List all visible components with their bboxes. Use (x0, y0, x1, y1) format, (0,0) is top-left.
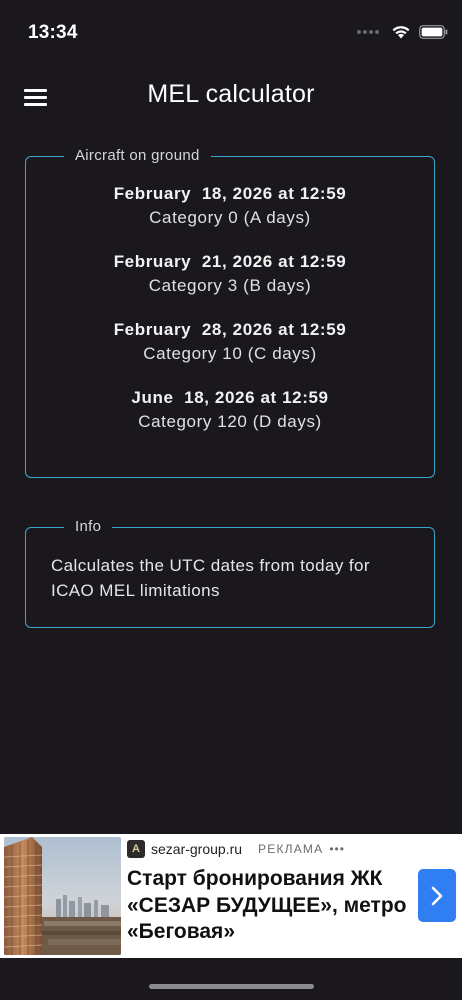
ad-image[interactable] (4, 837, 121, 955)
ad-source: A sezar-group.ru РЕКЛАМА ••• (127, 839, 345, 859)
entry-category: Category 120 (D days) (138, 412, 322, 431)
entry-category: Category 3 (B days) (148, 276, 312, 295)
sezar-logo-icon: A (127, 840, 145, 858)
home-indicator[interactable] (149, 984, 314, 989)
page-title: MEL calculator (147, 80, 315, 108)
entry-category: Category 0 (A days) (149, 208, 311, 227)
mel-entries-list: February 18, 2026 at 12:59 Category 0 (A… (26, 183, 434, 455)
entry-date: February 28, 2026 at 12:59 (113, 320, 347, 339)
card-legend: Info (64, 518, 113, 536)
status-bar: 13:34 (0, 0, 462, 64)
entry-date: February 18, 2026 at 12:59 (113, 184, 347, 203)
info-card: Info Calculates the UTC dates from today… (25, 518, 435, 628)
ad-domain[interactable]: sezar-group.ru (151, 841, 242, 857)
mel-entry: February 21, 2026 at 12:59 Category 3 (B… (26, 251, 434, 319)
ad-banner[interactable]: A sezar-group.ru РЕКЛАМА ••• Старт брони… (0, 834, 462, 958)
status-icons (357, 24, 448, 39)
battery-icon (419, 24, 448, 39)
wifi-icon (392, 26, 410, 39)
entry-date: February 21, 2026 at 12:59 (113, 252, 347, 271)
app-header: MEL calculator (0, 70, 462, 126)
mel-entry: February 18, 2026 at 12:59 Category 0 (A… (26, 183, 434, 251)
mel-entry: June 18, 2026 at 12:59 Category 120 (D d… (26, 387, 434, 455)
status-time: 13:34 (28, 22, 78, 43)
ad-open-button[interactable] (418, 869, 456, 922)
card-legend: Aircraft on ground (64, 147, 211, 165)
ad-headline[interactable]: Старт бронирования ЖК «СЕЗАР БУДУЩЕЕ», м… (127, 866, 413, 946)
chevron-right-icon (431, 886, 443, 905)
ad-more-options-icon[interactable]: ••• (329, 842, 345, 856)
aircraft-on-ground-card: Aircraft on ground February 18, 2026 at … (25, 147, 435, 478)
mel-entry: February 28, 2026 at 12:59 Category 10 (… (26, 319, 434, 387)
entry-category: Category 10 (C days) (143, 344, 317, 363)
entry-date: June 18, 2026 at 12:59 (131, 388, 329, 407)
building-illustration (4, 837, 121, 955)
cellular-signal-icon (357, 29, 379, 34)
info-text: Calculates the UTC dates from today for … (51, 556, 370, 600)
ad-label: РЕКЛАМА (258, 842, 324, 856)
